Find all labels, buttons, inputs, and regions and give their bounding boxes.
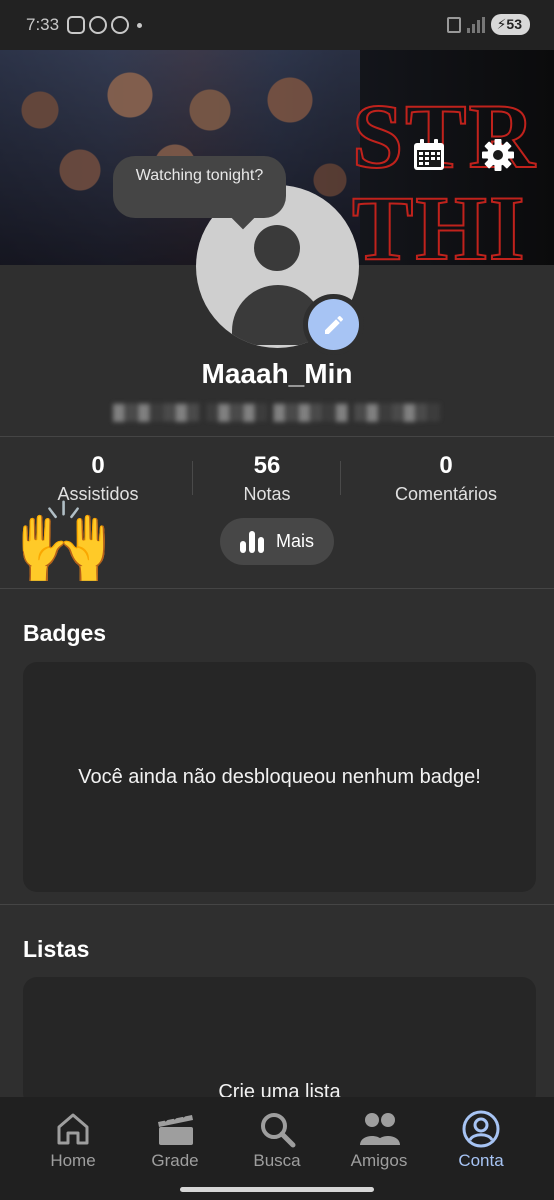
nav-busca[interactable]: Busca bbox=[227, 1109, 327, 1171]
sim-icon bbox=[446, 16, 461, 33]
calendar-icon[interactable] bbox=[412, 138, 446, 172]
divider bbox=[0, 588, 554, 589]
nav-label: Busca bbox=[253, 1151, 301, 1170]
email-blurred: ▓▒▓░▒▓▒ ░▓▒▓░ ▓▒▓▒░▓ ▒▓░▒▓▒░ bbox=[112, 404, 441, 421]
status-tooltip[interactable]: Watching tonight? bbox=[113, 156, 286, 218]
nav-label: Conta bbox=[458, 1151, 504, 1170]
more-stats-button[interactable]: Mais bbox=[220, 518, 334, 565]
clapperboard-icon bbox=[158, 1111, 193, 1145]
stat-value: 56 bbox=[253, 452, 281, 479]
tooltip-text: Watching tonight? bbox=[135, 167, 264, 184]
stat-value: 0 bbox=[439, 452, 453, 479]
stat-separator bbox=[340, 461, 341, 495]
raised-hands-emoji: 🙌 bbox=[14, 498, 114, 588]
home-icon bbox=[57, 1113, 89, 1145]
nav-label: Amigos bbox=[350, 1151, 408, 1170]
create-list-card[interactable]: Crie uma lista bbox=[23, 977, 536, 1107]
gesture-bar[interactable] bbox=[180, 1187, 374, 1192]
whatsapp-icon bbox=[111, 16, 130, 34]
nav-grade[interactable]: Grade bbox=[125, 1109, 225, 1171]
stat-label: Comentários bbox=[394, 484, 498, 504]
edit-avatar-button[interactable] bbox=[303, 294, 364, 355]
username: Maaah_Min bbox=[201, 358, 353, 389]
nav-label: Grade bbox=[151, 1151, 199, 1170]
nav-amigos[interactable]: Amigos bbox=[329, 1109, 429, 1171]
badges-title: Badges bbox=[23, 620, 107, 646]
more-label: Mais bbox=[275, 531, 314, 551]
stat-separator bbox=[192, 461, 193, 495]
battery-level: 53 bbox=[506, 16, 522, 32]
stat-comentarios[interactable]: 0 Comentários bbox=[366, 450, 526, 505]
emoji-text: 🙌 bbox=[14, 498, 114, 587]
banner-logo: STR THI bbox=[351, 85, 537, 265]
bottom-navigation: Home Grade Busca Amigos Conta bbox=[0, 1097, 554, 1200]
status-right: ⚡53 bbox=[446, 14, 530, 35]
divider bbox=[0, 904, 554, 905]
divider bbox=[0, 436, 554, 437]
gear-icon[interactable] bbox=[481, 138, 515, 172]
facebook-icon bbox=[89, 16, 108, 34]
friends-icon bbox=[360, 1113, 400, 1145]
nav-home[interactable]: Home bbox=[23, 1109, 123, 1171]
status-bar: 7:33 ⚡53 bbox=[0, 0, 554, 50]
signal-icon bbox=[466, 16, 485, 33]
nav-conta[interactable]: Conta bbox=[431, 1109, 531, 1171]
stat-notas[interactable]: 56 Notas bbox=[196, 450, 338, 505]
more-notifications-icon bbox=[137, 22, 143, 28]
account-icon bbox=[462, 1110, 500, 1148]
badges-card: Você ainda não desbloqueou nenhum badge! bbox=[23, 662, 536, 892]
notification-icons bbox=[67, 16, 143, 34]
bar-chart-icon bbox=[239, 530, 264, 553]
status-time: 7:33 bbox=[26, 15, 60, 34]
battery-icon: ⚡53 bbox=[490, 14, 530, 35]
badges-empty-text: Você ainda não desbloqueou nenhum badge! bbox=[78, 765, 481, 788]
instagram-icon bbox=[67, 16, 86, 34]
nav-label: Home bbox=[50, 1151, 96, 1170]
stat-assistidos[interactable]: 0 Assistidos bbox=[28, 450, 168, 505]
search-icon bbox=[261, 1113, 296, 1148]
lists-title: Listas bbox=[23, 936, 90, 962]
stat-value: 0 bbox=[91, 452, 105, 479]
pencil-icon bbox=[324, 315, 343, 334]
avatar-head bbox=[254, 225, 300, 271]
stat-label: Notas bbox=[243, 484, 291, 504]
